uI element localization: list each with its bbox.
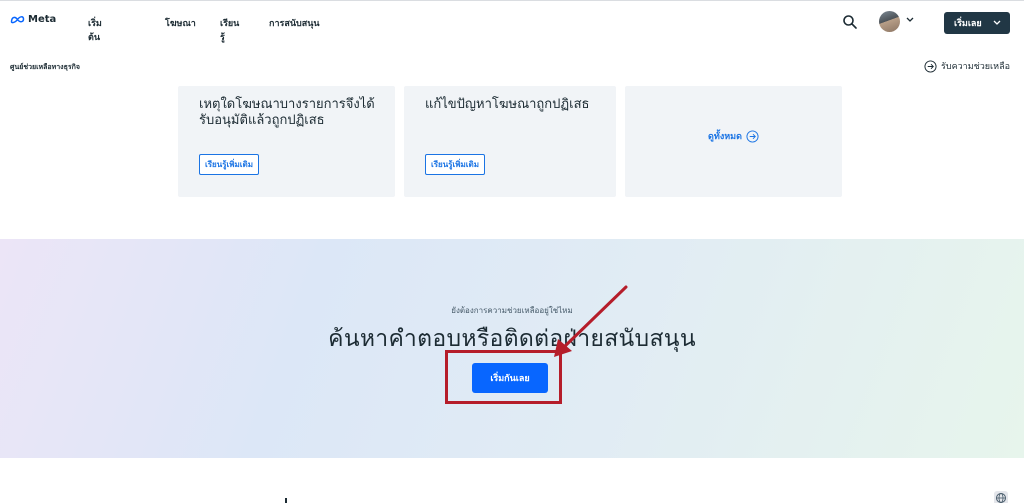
hero-subtitle: ยังต้องการความช่วยเหลืออยู่ใช่ไหม — [451, 306, 573, 315]
avatar[interactable] — [879, 11, 900, 32]
see-all-label: ดูทั้งหมด — [708, 132, 742, 142]
see-all-link[interactable]: ดูทั้งหมด — [625, 129, 842, 143]
text-fragment — [285, 498, 287, 503]
chevron-down-icon — [993, 20, 1001, 25]
arrow-right-circle-icon — [924, 59, 937, 73]
get-started-support-button[interactable]: เริ่มกันเลย — [472, 363, 548, 393]
learn-more-button[interactable]: เรียนรู้เพิ่มเติม — [425, 154, 485, 175]
article-card-approved-rejected: เหตุใดโฆษณาบางรายการจึงได้รับอนุมัติแล้ว… — [178, 86, 395, 197]
nav-link-learn[interactable]: เรียนรู้ — [220, 16, 239, 44]
search-icon[interactable] — [842, 14, 858, 30]
logo-text: Meta — [28, 14, 57, 25]
nav-link-support[interactable]: การสนับสนุน — [269, 16, 320, 30]
article-card-fix-rejected: แก้ไขปัญหาโฆษณาถูกปฏิเสธ เรียนรู้เพิ่มเต… — [404, 86, 616, 197]
chevron-down-icon[interactable] — [906, 17, 914, 23]
start-button-label: เริ่มเลย — [954, 19, 982, 29]
arrow-right-circle-icon — [746, 129, 759, 143]
page-footer-start — [0, 458, 1024, 503]
card-title[interactable]: แก้ไขปัญหาโฆษณาถูกปฏิเสธ — [425, 97, 605, 113]
breadcrumb[interactable]: ศูนย์ช่วยเหลือทางธุรกิจ — [10, 62, 80, 73]
support-hero: ยังต้องการความช่วยเหลืออยู่ใช่ไหม ค้นหาค… — [0, 239, 1024, 458]
top-navigation: Meta เริ่มต้นใช้งาน โฆษณา เรียนรู้ การสน… — [0, 0, 1024, 71]
get-help-link[interactable]: รับความช่วยเหลือ — [924, 59, 1010, 73]
hero-title: ค้นหาคำตอบหรือติดต่อฝ่ายสนับสนุน — [328, 326, 696, 352]
globe-icon[interactable] — [994, 491, 1008, 503]
meta-logo[interactable]: Meta — [10, 14, 56, 25]
see-all-card[interactable]: ดูทั้งหมด — [625, 86, 842, 197]
nav-link-ads[interactable]: โฆษณา — [165, 16, 196, 30]
get-help-label: รับความช่วยเหลือ — [941, 62, 1010, 72]
start-button[interactable]: เริ่มเลย — [944, 12, 1010, 34]
card-title[interactable]: เหตุใดโฆษณาบางรายการจึงได้รับอนุมัติแล้ว… — [199, 97, 379, 129]
meta-infinity-icon — [10, 16, 25, 24]
learn-more-button[interactable]: เรียนรู้เพิ่มเติม — [199, 154, 259, 175]
